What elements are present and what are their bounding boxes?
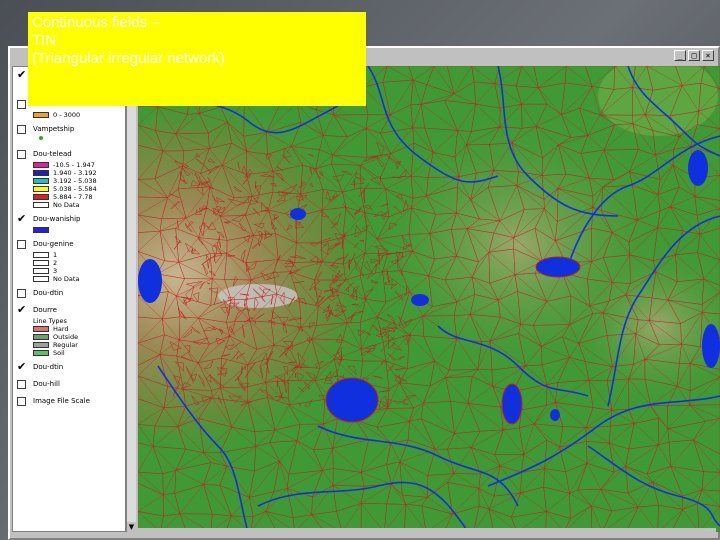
scroll-down-icon[interactable]: ▼ (127, 522, 136, 532)
toc-layer[interactable]: ✔ Dourre Line Types Hard Outside Regular Soil (13, 304, 125, 357)
window-controls: _ □ × (674, 50, 714, 61)
toc-layer[interactable]: Dou-dtin (13, 289, 125, 300)
lake-east (535, 256, 581, 278)
lake-small-3 (550, 409, 560, 421)
layer-name: Dou-telead (33, 150, 72, 158)
layer-checkbox[interactable] (17, 397, 26, 406)
layer-checkbox[interactable] (17, 380, 26, 389)
table-of-contents: ✔Dou-rivershipTulleh0 - 3000VampetshipDo… (12, 66, 126, 532)
layer-checkbox[interactable] (17, 240, 26, 249)
legend-swatch (33, 350, 49, 356)
legend-swatch (33, 326, 49, 332)
lake-ne (688, 150, 708, 186)
legend-label: -10.5 - 1.947 (53, 161, 95, 169)
tin-map (138, 66, 720, 532)
legend-swatch (33, 227, 49, 233)
legend-label: 1.940 - 3.192 (53, 169, 97, 177)
toc-scrollbar[interactable]: ▲ ▼ (126, 66, 136, 532)
resize-grip-icon[interactable]: ⋯ (705, 526, 714, 536)
layer-name: Dou-dtin (33, 363, 64, 371)
toc-layer[interactable]: Dou-telead -10.5 - 1.947 1.940 - 3.192 3.19… (13, 150, 125, 209)
legend-swatch (33, 186, 49, 192)
minimize-button[interactable]: _ (674, 50, 686, 61)
legend-swatch (33, 194, 49, 200)
checkmark-icon[interactable]: ✔ (17, 69, 26, 80)
layer-name: Dou-hill (33, 380, 60, 388)
layer-name: Vampetship (33, 125, 75, 133)
layer-checkbox[interactable] (17, 150, 26, 159)
layer-name: Dou-dtin (33, 289, 64, 297)
map-view[interactable] (138, 66, 720, 532)
layer-name: Dourre (33, 306, 57, 314)
legend-subtitle: Line Types (33, 317, 67, 325)
layer-checkbox[interactable] (17, 100, 26, 109)
toc-layer[interactable]: ✔ Dou-dtin (13, 361, 125, 374)
legend-swatch (33, 260, 49, 266)
legend-swatch (33, 252, 49, 258)
legend-label: Hard (53, 325, 69, 333)
toc-layer[interactable]: Vampetship (13, 125, 125, 144)
toc-layer[interactable]: Image File Scale (13, 397, 125, 408)
checkmark-icon[interactable]: ✔ (17, 213, 26, 224)
legend-swatch (33, 276, 49, 282)
legend-swatch (33, 334, 49, 340)
title-callout: Continuous fields – TIN (Triangular irre… (28, 12, 366, 106)
legend-swatch (33, 202, 49, 208)
callout-line-3: (Triangular irregular network) (32, 50, 225, 67)
legend-swatch (33, 170, 49, 176)
legend-label: 1 (53, 251, 58, 259)
maximize-button[interactable]: □ (688, 50, 700, 61)
legend-label: Outside (53, 333, 79, 341)
legend-label: 5.038 - 5.584 (53, 185, 97, 193)
status-bar (138, 528, 716, 536)
layer-checkbox[interactable] (17, 125, 26, 134)
toc-layer[interactable]: Dou-genine 1 2 3 No Data (13, 240, 125, 283)
checkmark-icon[interactable]: ✔ (17, 361, 26, 372)
legend-swatch (33, 162, 49, 168)
lake-small-2 (411, 294, 429, 306)
gis-window: _ □ × ✔Dou-rivershipTulleh0 - 3000Vampet… (8, 46, 720, 540)
legend-swatch (33, 342, 49, 348)
layer-name: Dou-genine (33, 240, 74, 248)
toc-layer[interactable]: Dou-hill (13, 380, 125, 391)
legend-label: 2 (53, 259, 58, 267)
legend-swatch (33, 268, 49, 274)
point-symbol-icon (39, 136, 43, 140)
checkmark-icon[interactable]: ✔ (17, 304, 26, 315)
legend-swatch (33, 178, 49, 184)
callout-line-1: Continuous fields – (32, 14, 160, 31)
lake-east-edge (702, 324, 720, 368)
close-button[interactable]: × (702, 50, 714, 61)
legend-label: 3 (53, 267, 58, 275)
lake-small-1 (290, 208, 306, 220)
legend-label: 5.884 - 7.78 (53, 193, 93, 201)
lake-south (501, 383, 523, 425)
legend-label: No Data (53, 275, 80, 283)
layer-checkbox[interactable] (17, 289, 26, 298)
legend-label: Soil (53, 349, 65, 357)
callout-line-2: TIN (32, 32, 57, 49)
toc-layer[interactable]: ✔ Dou-waniship (13, 213, 125, 234)
lake-west (138, 259, 162, 303)
legend-label: 0 - 3000 (53, 111, 81, 119)
legend-swatch (33, 112, 49, 118)
legend-label: 3.192 - 5.038 (53, 177, 97, 185)
layer-name: Image File Scale (33, 397, 90, 405)
legend-label: Regular (53, 341, 78, 349)
legend-label: No Data (53, 201, 80, 209)
layer-name: Dou-waniship (33, 215, 81, 223)
lake-large (325, 377, 379, 423)
